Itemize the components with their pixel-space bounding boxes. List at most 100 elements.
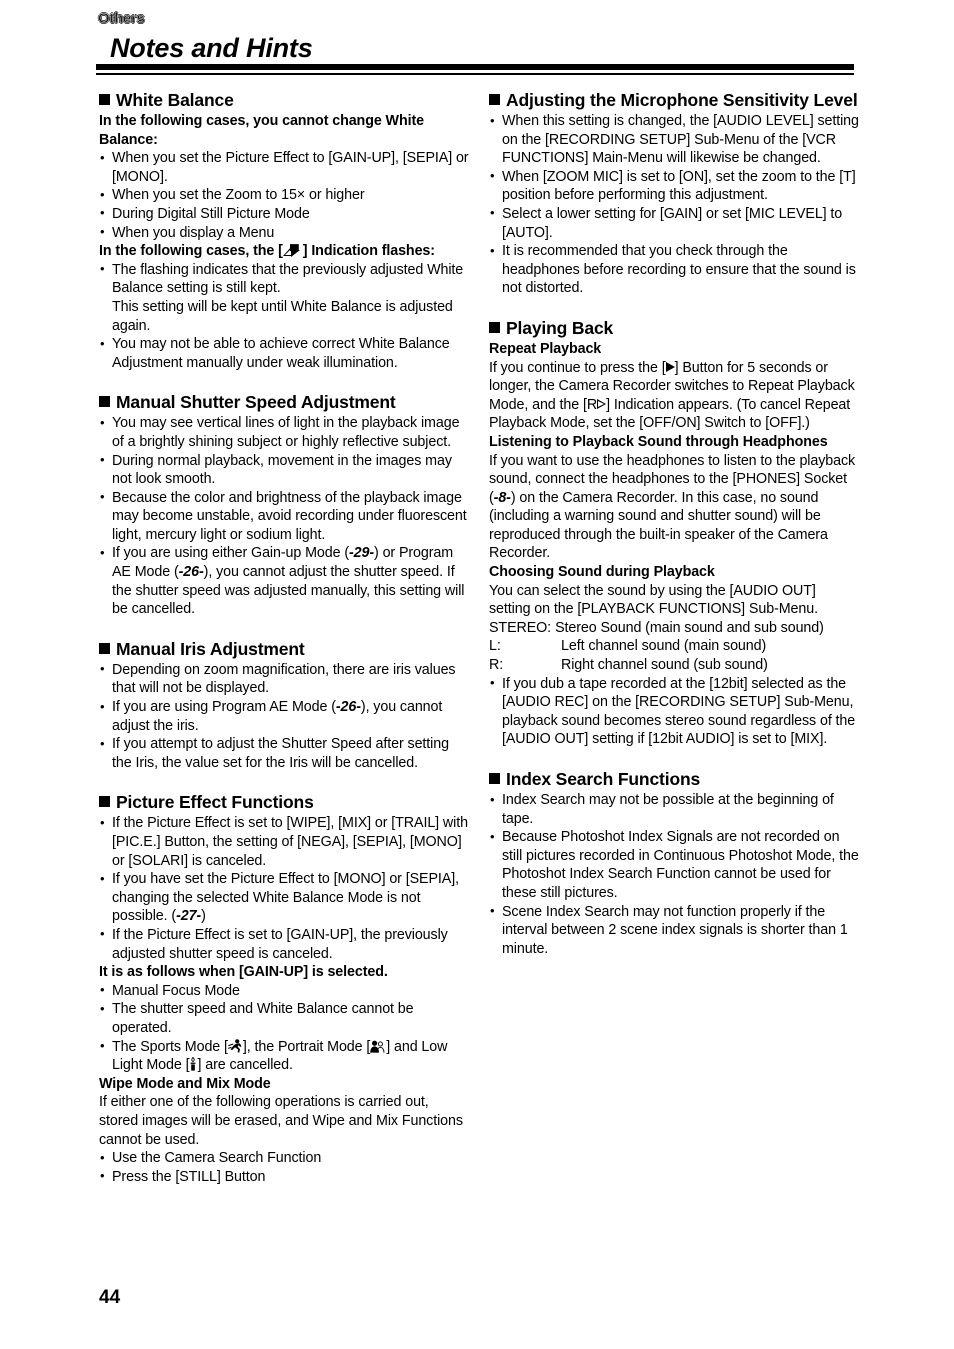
document-section: Adjusting the Microphone Sensitivity Lev… [489, 90, 859, 298]
bullet-item: If the Picture Effect is set to [WIPE], … [99, 814, 469, 870]
bullet-item: When you set the Zoom to 15× or higher [99, 186, 469, 205]
bullet-list: When you set the Picture Effect to [GAIN… [99, 149, 469, 242]
document-section: Picture Effect FunctionsIf the Picture E… [99, 792, 469, 1186]
filled-square-bullet-icon [489, 321, 500, 333]
low-light-candle-icon [189, 1057, 197, 1071]
sub-heading: Listening to Playback Sound through Head… [489, 433, 828, 450]
bullet-item: If you dub a tape recorded at the [12bit… [489, 674, 859, 749]
bullet-item: When this setting is changed, the [AUDIO… [489, 112, 859, 168]
bullet-item: When you display a Menu [99, 223, 469, 243]
title-rule-thin [96, 73, 854, 75]
bullet-list: If the Picture Effect is set to [WIPE], … [99, 814, 469, 870]
paragraph: If you continue to press the [] Button f… [489, 359, 855, 432]
bullet-list: Use the Camera Search FunctionPress the … [99, 1149, 469, 1186]
document-section: Manual Iris AdjustmentDepending on zoom … [99, 639, 469, 773]
filled-square-bullet-icon [99, 396, 110, 408]
bullet-item: Because the color and brightness of the … [99, 488, 469, 545]
definition-value: Left channel sound (main sound) [561, 638, 767, 655]
bullet-list: The Sports Mode [], the Portrait Mode []… [99, 1037, 469, 1075]
definition-key: R: [489, 657, 504, 674]
definition-key: STEREO: [489, 619, 552, 636]
bullet-item: If you are using Program AE Mode (-26-),… [99, 698, 469, 735]
section-heading-label: Playing Back [506, 317, 614, 338]
filled-square-bullet-icon [489, 94, 500, 105]
bullet-item: You may not be able to achieve correct W… [99, 335, 469, 372]
section-heading-label: Manual Shutter Speed Adjustment [116, 392, 396, 413]
section-heading: Picture Effect Functions [99, 792, 469, 813]
definition-value: Stereo Sound (main sound and sub sound) [555, 619, 824, 636]
bullet-list: If you attempt to adjust the Shutter Spe… [99, 735, 469, 772]
section-heading: Manual Shutter Speed Adjustment [99, 392, 469, 413]
bullet-list: If you are using Program AE Mode (-26-),… [99, 698, 469, 735]
bullet-item: Use the Camera Search Function [99, 1149, 469, 1168]
bullet-list: Index Search may not be possible at the … [489, 790, 859, 958]
section-heading: White Balance [99, 90, 469, 111]
page-reference[interactable]: -26- [179, 564, 204, 580]
section-kicker: Others [98, 10, 145, 27]
bullet-list: If you are using either Gain-up Mode (-2… [99, 544, 469, 618]
bullet-item: Press the [STILL] Button [99, 1167, 469, 1187]
definition-value: Right channel sound (sub sound) [561, 657, 768, 674]
bullet-list: When this setting is changed, the [AUDIO… [489, 112, 859, 298]
bullet-item: The Sports Mode [], the Portrait Mode []… [99, 1037, 469, 1075]
definition-row: STEREO: Stereo Sound (main sound and sub … [489, 619, 859, 638]
filled-square-bullet-icon [99, 642, 110, 654]
bullet-list: If the Picture Effect is set to [GAIN-UP… [99, 925, 469, 963]
page-number: 44 [99, 1287, 121, 1308]
white-balance-icon [282, 244, 303, 258]
definition-key: L: [489, 638, 501, 655]
section-heading-label: White Balance [116, 90, 234, 110]
sub-heading: Repeat Playback [489, 340, 602, 357]
document-section: Index Search FunctionsIndex Search may n… [489, 769, 859, 958]
bullet-item: You may see vertical lines of light in t… [99, 414, 469, 451]
bullet-item: When [ZOOM MIC] is set to [ON], set the … [489, 167, 859, 205]
bullet-list: Manual Focus ModeThe shutter speed and W… [99, 981, 469, 1038]
filled-square-bullet-icon [489, 773, 500, 784]
section-heading: Manual Iris Adjustment [99, 639, 469, 660]
document-section: Manual Shutter Speed AdjustmentYou may s… [99, 392, 469, 619]
sports-running-icon [227, 1038, 243, 1053]
bullet-item: Depending on zoom magnification, there a… [99, 660, 469, 698]
paragraph: If you want to use the headphones to lis… [489, 452, 856, 562]
sub-heading: Wipe Mode and Mix Mode [99, 1075, 271, 1092]
bullet-item: If the Picture Effect is set to [GAIN-UP… [99, 925, 469, 963]
bullet-list: If you have set the Picture Effect to [M… [99, 870, 469, 926]
sub-heading: Choosing Sound during Playback [489, 564, 715, 581]
page-reference[interactable]: -26- [336, 699, 361, 715]
bullet-list: The flashing indicates that the previous… [99, 260, 469, 373]
portrait-bust-icon [370, 1040, 386, 1053]
title-rule-thick [96, 64, 854, 70]
section-heading: Adjusting the Microphone Sensitivity Lev… [489, 90, 859, 111]
paragraph: You can select the sound by using the [A… [489, 582, 818, 618]
bullet-list: If you dub a tape recorded at the [12bit… [489, 674, 859, 749]
sub-heading: In the following cases, you cannot chang… [99, 113, 424, 148]
play-solid-icon [665, 361, 675, 372]
page-reference[interactable]: -29- [349, 545, 374, 561]
definition-list: STEREO: Stereo Sound (main sound and sub … [489, 619, 859, 675]
document-section: White Balance In the following cases, you… [99, 90, 469, 372]
bullet-item: If you have set the Picture Effect to [M… [99, 870, 469, 926]
definition-row: R: Right channel sound (sub sound) [489, 656, 859, 675]
page-reference[interactable]: -8- [494, 490, 511, 506]
filled-square-bullet-icon [99, 796, 110, 808]
bullet-item: If you attempt to adjust the Shutter Spe… [99, 735, 469, 772]
right-column: Adjusting the Microphone Sensitivity Lev… [489, 90, 859, 958]
bullet-list: Depending on zoom magnification, there a… [99, 660, 469, 698]
section-heading-label: Picture Effect Functions [116, 792, 314, 813]
bullet-item: Index Search may not be possible at the … [489, 790, 859, 828]
sub-heading: It is as follows when [GAIN-UP] is selec… [99, 964, 388, 981]
bullet-item: When you set the Picture Effect to [GAIN… [99, 149, 469, 186]
bullet-item: If you are using either Gain-up Mode (-2… [99, 544, 469, 618]
section-heading-label: Manual Iris Adjustment [116, 638, 305, 659]
bullet-item: The shutter speed and White Balance cann… [99, 1000, 469, 1037]
bullet-item: During Digital Still Picture Mode [99, 204, 469, 224]
document-section: Playing Back Repeat Playback If you contin… [489, 318, 859, 749]
page-reference[interactable]: -27- [176, 908, 201, 924]
bullet-item: During normal playback, movement in the … [99, 451, 469, 489]
section-heading: Playing Back [489, 318, 859, 339]
bullet-item: Select a lower setting for [GAIN] or set… [489, 204, 859, 242]
